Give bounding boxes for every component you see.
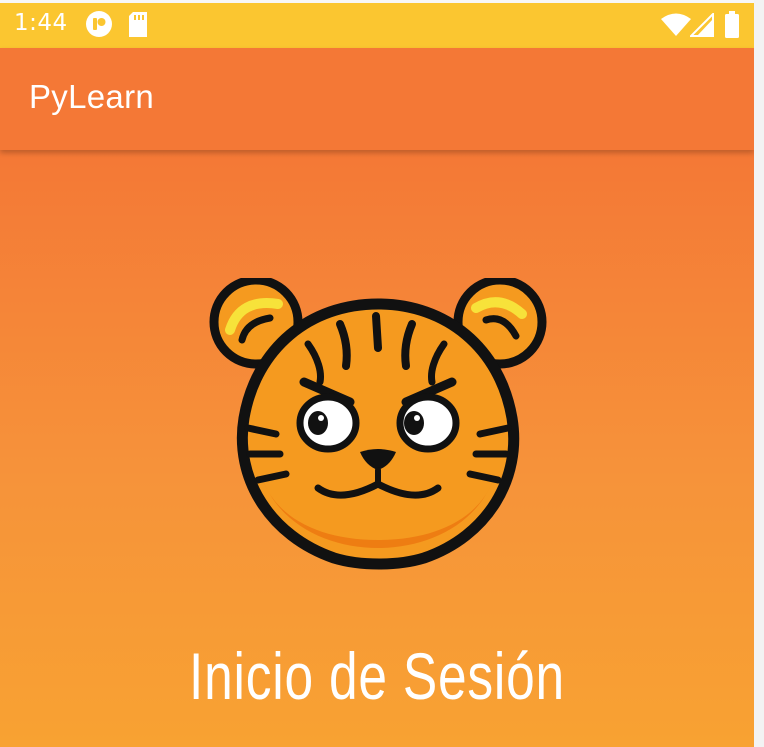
phone-screen: 1:44 PyLearn Inicio de Sesión bbox=[0, 0, 754, 747]
tiger-mascot-logo bbox=[200, 275, 560, 582]
screen-edge bbox=[754, 0, 764, 747]
tiger-head bbox=[236, 298, 520, 570]
wifi-icon bbox=[661, 13, 691, 41]
status-bar: 1:44 bbox=[0, 0, 754, 48]
login-heading: Inicio de Sesión bbox=[189, 639, 565, 713]
status-time: 1:44 bbox=[14, 10, 68, 36]
notification-app-icon bbox=[84, 9, 114, 43]
cell-signal-icon bbox=[688, 11, 714, 41]
battery-icon bbox=[724, 11, 740, 43]
app-bar: PyLearn bbox=[0, 48, 754, 150]
app-title: PyLearn bbox=[29, 78, 155, 115]
sd-card-icon bbox=[127, 11, 149, 43]
login-screen-content: Inicio de Sesión bbox=[0, 150, 754, 747]
